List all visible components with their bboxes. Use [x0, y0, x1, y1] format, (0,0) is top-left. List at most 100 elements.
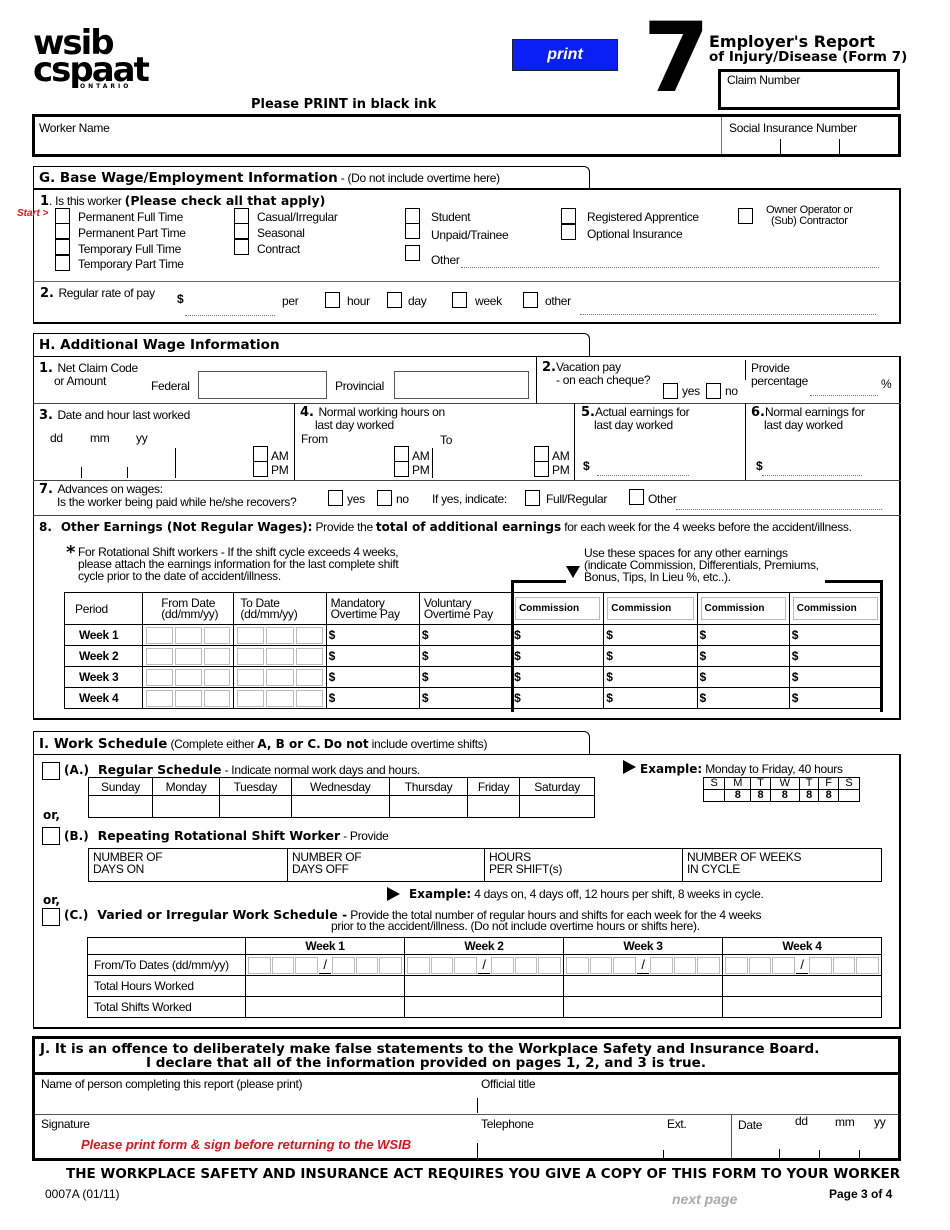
to-pm-checkbox[interactable] — [534, 461, 549, 477]
per-other-checkbox[interactable] — [523, 292, 538, 308]
day-hours-input[interactable] — [151, 795, 221, 818]
commission-input-1[interactable]: $ — [511, 645, 605, 667]
day-hours-input[interactable] — [466, 795, 521, 818]
total-shifts-input[interactable] — [722, 996, 882, 1018]
total-hours-input[interactable] — [245, 975, 405, 997]
voluntary-overtime-input[interactable]: $ — [418, 624, 513, 646]
to-date-input[interactable] — [233, 666, 327, 688]
ext-input[interactable] — [665, 1132, 730, 1156]
from-am-checkbox[interactable] — [394, 446, 409, 462]
to-am-checkbox[interactable] — [534, 446, 549, 462]
seasonal-checkbox[interactable] — [234, 223, 249, 239]
provincial-input[interactable] — [394, 371, 529, 399]
from-date-input[interactable] — [142, 666, 235, 688]
commission-input-4[interactable]: $ — [788, 666, 883, 688]
weeks-in-cycle-field[interactable]: NUMBER OF WEEKS IN CYCLE — [682, 848, 882, 882]
total-hours-input[interactable] — [404, 975, 564, 997]
commission-input-2[interactable]: $ — [603, 645, 698, 667]
per-other-input[interactable] — [580, 314, 876, 315]
days-off-field[interactable]: NUMBER OF DAYS OFF — [287, 848, 485, 882]
from-date-input[interactable] — [142, 624, 235, 646]
contract-checkbox[interactable] — [234, 239, 249, 255]
total-shifts-input[interactable] — [404, 996, 564, 1018]
rotational-shift-checkbox[interactable] — [42, 827, 60, 845]
from-time-input[interactable] — [300, 448, 392, 478]
worker-name-input[interactable] — [37, 135, 717, 153]
actual-earnings-input[interactable] — [597, 475, 689, 476]
to-time-input[interactable] — [434, 448, 532, 478]
full-regular-checkbox[interactable] — [525, 490, 540, 506]
commission-input-1[interactable]: $ — [511, 624, 605, 646]
to-date-input[interactable] — [233, 687, 327, 709]
day-hours-input[interactable] — [88, 795, 153, 818]
official-title-input[interactable] — [481, 1092, 896, 1112]
name-input[interactable] — [38, 1092, 474, 1112]
from-date-input[interactable] — [142, 687, 235, 709]
commission-input-2[interactable]: $ — [603, 687, 698, 709]
commission-header-4[interactable]: Commission — [788, 592, 883, 625]
hours-per-shift-field[interactable]: HOURS PER SHIFT(s) — [484, 848, 683, 882]
commission-input-1[interactable]: $ — [511, 666, 605, 688]
q3-am-checkbox[interactable] — [253, 446, 268, 462]
next-page-button[interactable]: next page — [672, 1191, 737, 1207]
telephone-input[interactable] — [481, 1132, 661, 1156]
mandatory-overtime-input[interactable]: $ — [325, 645, 420, 667]
advances-no-checkbox[interactable] — [377, 490, 392, 506]
other-specify-input[interactable] — [461, 267, 879, 268]
commission-input-4[interactable]: $ — [788, 687, 883, 709]
days-on-field[interactable]: NUMBER OF DAYS ON — [88, 848, 288, 882]
per-hour-checkbox[interactable] — [325, 292, 340, 308]
commission-input-2[interactable]: $ — [603, 624, 698, 646]
per-day-checkbox[interactable] — [387, 292, 402, 308]
other-checkbox[interactable] — [405, 245, 420, 261]
print-button[interactable]: print — [512, 39, 618, 71]
unpaid-trainee-checkbox[interactable] — [405, 223, 420, 239]
worker-name-field[interactable] — [37, 135, 717, 153]
temporary-full-time-checkbox[interactable] — [55, 239, 70, 255]
c-dates-input[interactable]: / — [404, 954, 564, 976]
optional-insurance-checkbox[interactable] — [561, 224, 576, 240]
day-hours-input[interactable] — [219, 795, 292, 818]
commission-header-1[interactable]: Commission — [511, 592, 605, 625]
advances-yes-checkbox[interactable] — [328, 490, 343, 506]
permanent-full-time-checkbox[interactable] — [55, 208, 70, 224]
commission-header-2[interactable]: Commission — [603, 592, 698, 625]
from-date-input[interactable] — [142, 645, 235, 667]
advances-other-checkbox[interactable] — [629, 489, 644, 505]
c-dates-input[interactable]: / — [563, 954, 723, 976]
temporary-part-time-checkbox[interactable] — [55, 255, 70, 271]
permanent-part-time-checkbox[interactable] — [55, 223, 70, 239]
percentage-input[interactable] — [810, 395, 878, 396]
to-date-input[interactable] — [233, 624, 327, 646]
total-hours-input[interactable] — [722, 975, 882, 997]
voluntary-overtime-input[interactable]: $ — [418, 645, 513, 667]
total-hours-input[interactable] — [563, 975, 723, 997]
q3-hour-input[interactable] — [177, 448, 251, 478]
c-dates-input[interactable]: / — [722, 954, 882, 976]
per-week-checkbox[interactable] — [452, 292, 467, 308]
student-checkbox[interactable] — [405, 208, 420, 224]
to-date-input[interactable] — [233, 645, 327, 667]
federal-input[interactable] — [198, 371, 327, 399]
mandatory-overtime-input[interactable]: $ — [325, 666, 420, 688]
commission-input-1[interactable]: $ — [511, 687, 605, 709]
casual-irregular-checkbox[interactable] — [234, 208, 249, 224]
pay-rate-input[interactable] — [185, 315, 275, 316]
c-dates-input[interactable]: / — [245, 954, 405, 976]
total-shifts-input[interactable] — [245, 996, 405, 1018]
owner-operator-checkbox[interactable] — [738, 208, 753, 224]
from-pm-checkbox[interactable] — [394, 461, 409, 477]
vacation-yes-checkbox[interactable] — [663, 383, 678, 399]
regular-schedule-checkbox[interactable] — [42, 762, 60, 780]
normal-earnings-input[interactable] — [762, 475, 862, 476]
date-input[interactable] — [780, 1132, 897, 1156]
commission-input-3[interactable]: $ — [696, 687, 790, 709]
varied-schedule-checkbox[interactable] — [42, 908, 60, 926]
commission-input-3[interactable]: $ — [696, 645, 790, 667]
total-shifts-input[interactable] — [563, 996, 723, 1018]
mandatory-overtime-input[interactable]: $ — [325, 687, 420, 709]
q3-date-input[interactable] — [40, 448, 175, 478]
vacation-no-checkbox[interactable] — [706, 383, 721, 399]
day-hours-input[interactable] — [389, 795, 468, 818]
registered-apprentice-checkbox[interactable] — [561, 208, 576, 224]
